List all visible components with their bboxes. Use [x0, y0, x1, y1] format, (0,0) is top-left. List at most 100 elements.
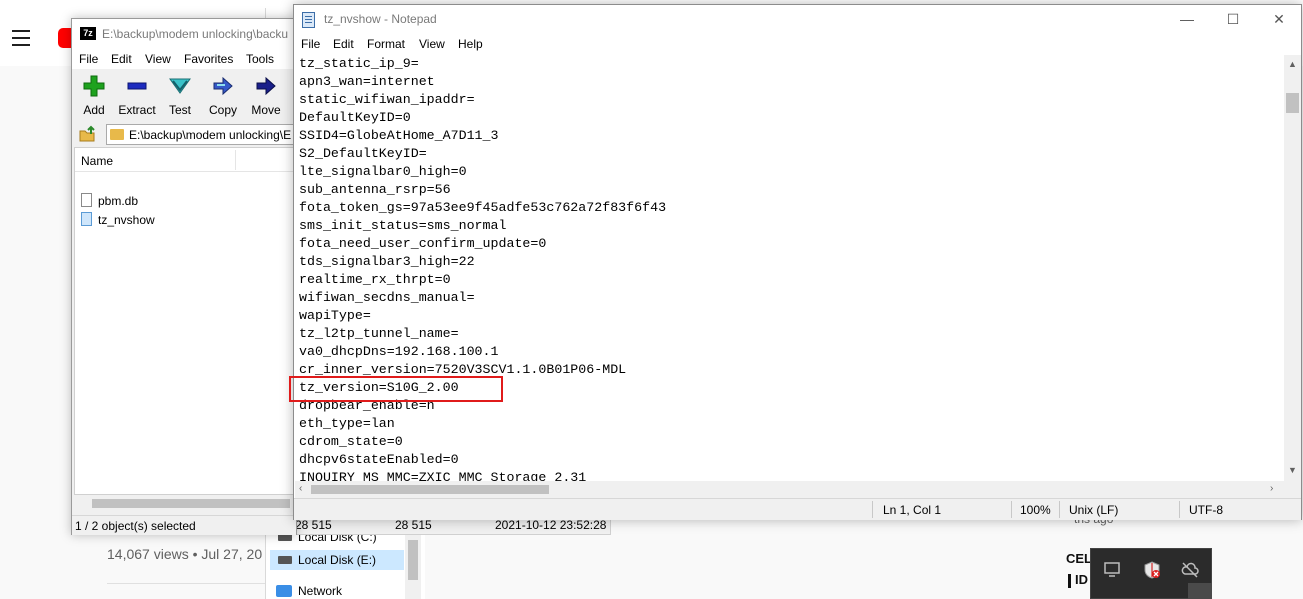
test-button[interactable]: Test [158, 75, 202, 121]
menu-edit[interactable]: Edit [333, 37, 354, 51]
menu-favorites[interactable]: Favorites [184, 52, 233, 66]
7zip-horizontal-scrollbar[interactable] [74, 495, 294, 512]
list-header: Name [75, 148, 293, 172]
text-line: va0_dhcpDns=192.168.100.1 [299, 344, 499, 359]
selection-status: 1 / 2 object(s) selected [75, 519, 196, 533]
status-divider [872, 501, 873, 518]
network-icon [276, 585, 292, 597]
file-icon [81, 212, 92, 226]
text-line: static_wifiwan_ipaddr= [299, 92, 475, 107]
notepad-menu-bar: File Edit Format View Help [294, 35, 1301, 54]
display-icon[interactable] [1103, 561, 1121, 579]
nav-item-network[interactable]: Network [270, 581, 404, 599]
scroll-down-icon[interactable]: ▼ [1288, 465, 1297, 475]
system-tray-popup [1090, 548, 1212, 599]
address-input[interactable]: E:\backup\modem unlocking\E [106, 124, 306, 145]
divider [107, 583, 267, 584]
menu-help[interactable]: Help [458, 37, 483, 51]
notepad-title-bar[interactable]: tz_nvshow - Notepad — ☐ ✕ [294, 5, 1301, 35]
notepad-vertical-scrollbar[interactable]: ▲ ▼ [1284, 55, 1301, 481]
drive-icon [278, 556, 292, 564]
scroll-up-icon[interactable]: ▲ [1288, 59, 1297, 69]
status-modified: 2021-10-12 23:52:28 [495, 518, 607, 532]
side-text-1: CEL [1066, 551, 1092, 566]
scroll-corner [1284, 481, 1301, 498]
add-icon [83, 75, 105, 97]
close-button[interactable]: ✕ [1256, 5, 1302, 35]
tray-selected-area [1188, 583, 1212, 599]
text-line: apn3_wan=internet [299, 74, 435, 89]
column-name[interactable]: Name [81, 154, 113, 168]
7zip-address-bar: E:\backup\modem unlocking\E [72, 121, 306, 147]
scroll-thumb[interactable] [1286, 93, 1299, 113]
status-divider [1179, 501, 1180, 518]
status-packed-size: 28 515 [395, 518, 432, 532]
file-row-pbm-db[interactable]: pbm.db [81, 192, 281, 210]
scroll-right-icon[interactable]: › [1270, 483, 1273, 494]
notepad-window: tz_nvshow - Notepad — ☐ ✕ File Edit Form… [293, 4, 1302, 520]
menu-view[interactable]: View [419, 37, 445, 51]
text-line: sms_init_status=sms_normal [299, 218, 507, 233]
copy-icon [213, 76, 233, 96]
text-line: cdrom_state=0 [299, 434, 403, 449]
add-button[interactable]: Add [72, 75, 116, 121]
extract-button[interactable]: Extract [115, 75, 159, 121]
menu-edit[interactable]: Edit [111, 52, 132, 66]
notepad-horizontal-scrollbar[interactable]: ‹ › [295, 481, 1284, 498]
notepad-status-bar: Ln 1, Col 1 100% Unix (LF) UTF-8 [294, 498, 1301, 520]
scroll-thumb[interactable] [311, 485, 549, 494]
minimize-button[interactable]: — [1164, 5, 1210, 35]
text-line: dhcpv6stateEnabled=0 [299, 452, 459, 467]
nav-item-local-disk-e[interactable]: Local Disk (E:) [270, 550, 404, 570]
text-line: sub_antenna_rsrp=56 [299, 182, 451, 197]
status-size: 28 515 [295, 518, 332, 532]
video-views-date: 14,067 views • Jul 27, 20 [107, 546, 263, 562]
7zip-app-icon: 7z [80, 27, 96, 40]
scroll-left-icon[interactable]: ‹ [299, 483, 302, 494]
7zip-window: 7z E:\backup\modem unlocking\backu File … [71, 18, 306, 535]
maximize-button[interactable]: ☐ [1210, 5, 1256, 35]
extract-icon [127, 82, 147, 90]
encoding: UTF-8 [1189, 503, 1223, 517]
zoom-level: 100% [1020, 503, 1051, 517]
7zip-file-list: Name pbm.db tz_nvshow [74, 147, 294, 495]
move-button[interactable]: Move [244, 75, 288, 121]
menu-file[interactable]: File [301, 37, 320, 51]
text-line: wapiType= [299, 308, 371, 323]
7zip-title-bar[interactable]: 7z E:\backup\modem unlocking\backu [72, 19, 296, 49]
status-divider [1059, 501, 1060, 518]
menu-view[interactable]: View [145, 52, 171, 66]
menu-icon[interactable] [12, 30, 32, 46]
text-line: DefaultKeyID=0 [299, 110, 411, 125]
up-folder-icon[interactable] [78, 125, 96, 143]
copy-button[interactable]: Copy [201, 75, 245, 121]
menu-file[interactable]: File [79, 52, 98, 66]
network-disconnected-icon[interactable] [1181, 561, 1199, 579]
text-line: S2_DefaultKeyID= [299, 146, 427, 161]
text-line: eth_type=lan [299, 416, 395, 431]
file-icon [81, 193, 92, 207]
test-icon [169, 78, 191, 94]
cursor-position: Ln 1, Col 1 [883, 503, 942, 517]
notepad-app-icon [302, 12, 315, 28]
folder-icon [110, 129, 124, 140]
text-line: tz_static_ip_9= [299, 56, 419, 71]
text-line: lte_signalbar0_high=0 [299, 164, 467, 179]
text-line: fota_need_user_confirm_update=0 [299, 236, 547, 251]
explorer-scroll-thumb[interactable] [408, 540, 418, 580]
line-ending: Unix (LF) [1069, 503, 1119, 517]
notepad-text-area[interactable]: tz_static_ip_9= apn3_wan=internet static_w… [295, 55, 1285, 481]
menu-format[interactable]: Format [367, 37, 405, 51]
security-shield-icon[interactable] [1143, 561, 1161, 579]
scroll-thumb[interactable] [92, 499, 290, 508]
text-line: wifiwan_secdns_manual= [299, 290, 475, 305]
text-line: SSID4=GlobeAtHome_A7D11_3 [299, 128, 499, 143]
text-line: realtime_rx_thrpt=0 [299, 272, 451, 287]
highlight-box [289, 376, 503, 402]
7zip-menu-bar: File Edit View Favorites Tools [72, 49, 296, 69]
7zip-title: E:\backup\modem unlocking\backu [102, 27, 289, 41]
menu-tools[interactable]: Tools [246, 52, 274, 66]
file-row-tz-nvshow[interactable]: tz_nvshow [81, 211, 281, 229]
column-separator [235, 150, 236, 170]
move-icon [256, 76, 276, 96]
